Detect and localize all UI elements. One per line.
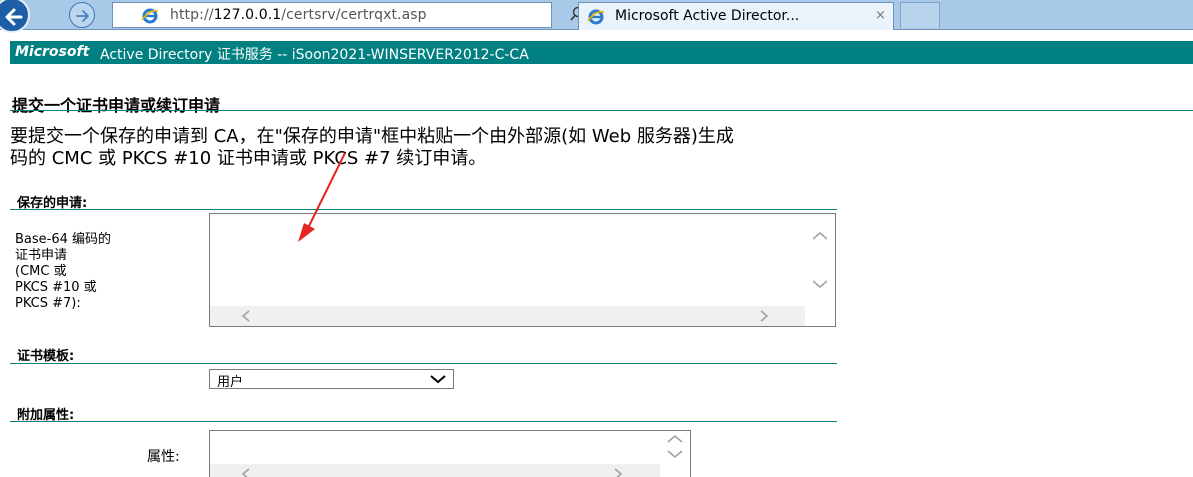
saved-request-horizontal-scrollbar[interactable] (210, 306, 805, 326)
intro-line-1: 要提交一个保存的申请到 CA，在"保存的申请"框中粘贴一个由外部源(如 Web … (10, 126, 734, 147)
tab-title: Microsoft Active Director... (615, 8, 800, 24)
chevron-down-icon (430, 375, 446, 384)
scroll-down-icon[interactable] (666, 448, 684, 460)
banner-brand: Microsoft (15, 44, 90, 60)
template-divider (10, 363, 837, 364)
page-title: 提交一个证书申请或续订申请 (12, 96, 221, 115)
ie-logo-icon (587, 9, 605, 25)
back-button[interactable] (0, 0, 30, 33)
back-arrow-icon (5, 8, 23, 26)
attributes-horizontal-scrollbar[interactable] (210, 464, 660, 477)
intro-text: 要提交一个保存的申请到 CA，在"保存的申请"框中粘贴一个由外部源(如 Web … (10, 126, 1193, 170)
url-host: 127.0.0.1 (213, 7, 282, 23)
saved-request-label-line: (CMC 或 (15, 264, 67, 279)
tab-close-icon[interactable]: × (875, 8, 886, 23)
attributes-vertical-scrollbar[interactable] (660, 431, 690, 477)
attributes-divider (10, 421, 837, 422)
template-heading: 证书模板: (17, 349, 75, 364)
forward-arrow-icon (76, 10, 89, 22)
forward-button[interactable] (69, 2, 95, 28)
saved-request-label-line: PKCS #7): (15, 296, 81, 311)
url-prefix: http:// (170, 7, 214, 23)
template-selected-value: 用户 (217, 375, 244, 390)
attributes-textarea[interactable] (209, 430, 691, 477)
saved-request-label: Base-64 编码的 证书申请 (CMC 或 PKCS #10 或 PKCS … (15, 232, 111, 312)
saved-request-textarea[interactable] (209, 213, 836, 327)
url-path: /certsrv/certrqxt.asp (281, 7, 427, 23)
address-bar[interactable]: http://127.0.0.1/certsrv/certrqxt.asp (112, 2, 623, 28)
browser-toolbar: http://127.0.0.1/certsrv/certrqxt.asp Mi… (0, 0, 1193, 33)
saved-request-vertical-scrollbar[interactable] (805, 214, 835, 306)
scroll-up-icon[interactable] (811, 230, 829, 242)
saved-request-divider (10, 209, 837, 210)
scroll-left-icon[interactable] (240, 309, 252, 323)
title-divider (10, 110, 1193, 111)
saved-request-label-line: PKCS #10 或 (15, 280, 97, 295)
service-banner: Microsoft Active Directory 证书服务 -- iSoon… (10, 41, 1193, 64)
saved-request-label-line: Base-64 编码的 (15, 232, 112, 247)
template-select[interactable]: 用户 (209, 369, 454, 390)
scroll-right-icon[interactable] (612, 467, 624, 477)
saved-request-label-line: 证书申请 (15, 248, 68, 263)
scroll-left-icon[interactable] (240, 467, 252, 477)
browser-tab-active[interactable]: Microsoft Active Director... × (578, 2, 894, 30)
attributes-label: 属性: (147, 449, 180, 465)
scroll-right-icon[interactable] (758, 309, 770, 323)
address-url[interactable]: http://127.0.0.1/certsrv/certrqxt.asp (170, 7, 427, 23)
banner-title: Active Directory 证书服务 -- iSoon2021-WINSE… (100, 47, 529, 63)
ie-logo-icon (141, 8, 159, 24)
scroll-up-icon[interactable] (666, 433, 684, 445)
scroll-down-icon[interactable] (811, 278, 829, 290)
intro-line-2: 码的 CMC 或 PKCS #10 证书申请或 PKCS #7 续订申请。 (10, 148, 487, 169)
new-tab-button[interactable] (900, 2, 940, 28)
